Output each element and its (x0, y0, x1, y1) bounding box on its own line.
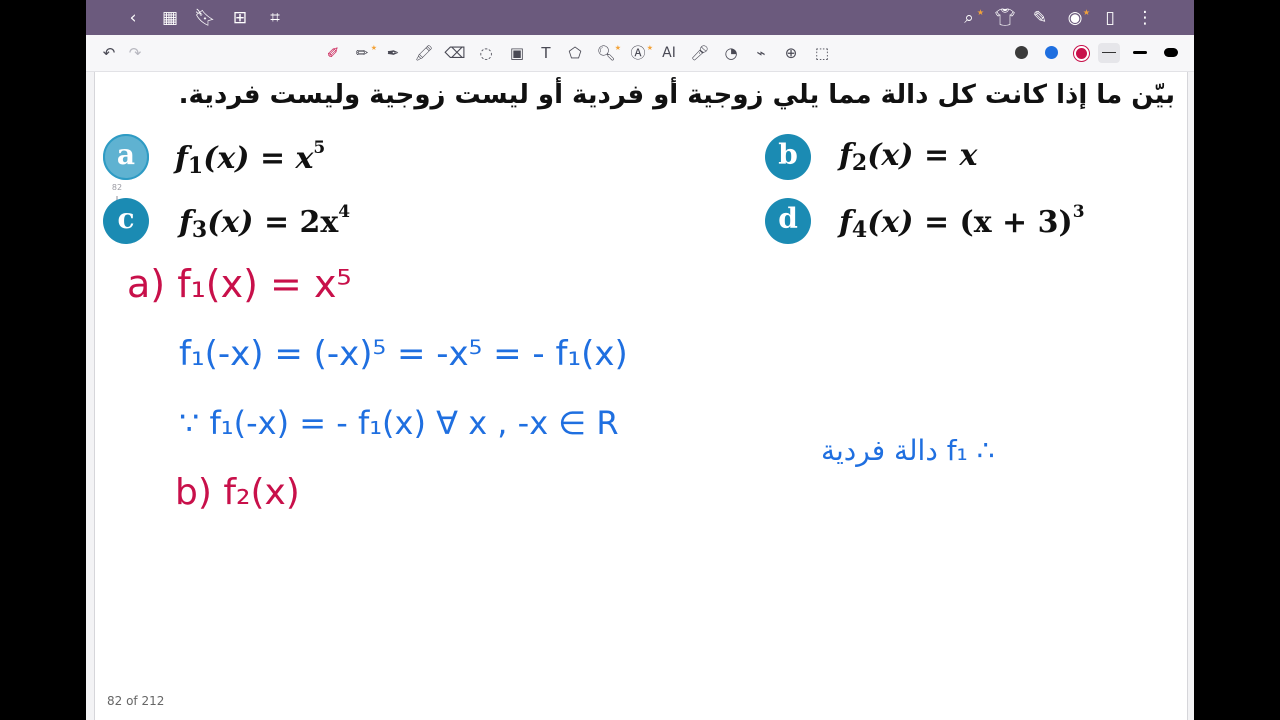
question-text: بيّن ما إذا كانت كل دالة مما يلي زوجية أ… (178, 80, 1175, 110)
badge-d: d (765, 198, 811, 244)
ai-button[interactable]: AI (658, 42, 680, 64)
page-number-indicator: 82 (111, 183, 123, 192)
pencil-tool-icon[interactable]: ✏ (351, 37, 377, 64)
pen-icon[interactable]: ✎ (1029, 7, 1051, 29)
pen-tool-icon[interactable]: ✐ (322, 42, 344, 64)
shirt-icon[interactable]: 👕︎ (994, 7, 1016, 29)
image-icon[interactable]: ▣ (506, 42, 528, 64)
notes-app: ‹ ▦ 🔖︎ ⊞ ⌗ ⌕ 👕︎ ✎ ◉ ▯ ⋮ ↶ ↷ ✐ ✏ ✒ 🖍︎ ⌫ ◌… (86, 0, 1194, 720)
shapes-icon[interactable]: ⬠ (564, 42, 586, 64)
selection-icon[interactable]: ⬚ (811, 42, 833, 64)
text-box-icon[interactable]: T (535, 42, 557, 64)
eye-icon[interactable]: ◉ (1064, 2, 1090, 29)
text-recognition-icon[interactable]: Ⓐ (627, 37, 653, 64)
color-blue[interactable] (1045, 46, 1058, 59)
handwriting-line-a: a) f₁(x) = x⁵ (127, 262, 352, 306)
bookmark-icon[interactable]: 🔖︎ (194, 7, 216, 29)
document-icon[interactable]: ▯ (1099, 7, 1121, 29)
badge-a: a (103, 134, 149, 180)
undo-icon[interactable]: ↶ (98, 42, 120, 64)
document-page[interactable]: ︿ 82 ﹀ بيّن ما إذا كانت كل دالة مما يلي … (94, 72, 1188, 720)
eraser-icon[interactable]: ⌫ (444, 42, 466, 64)
grid-icon[interactable]: ▦ (159, 7, 181, 29)
more-vertical-icon[interactable]: ⋮ (1134, 7, 1156, 29)
formula-b: f2(x) = x (839, 138, 978, 176)
lasso-icon[interactable]: ◌ (475, 42, 497, 64)
page-count: 82 of 212 (107, 694, 165, 708)
stroke-medium[interactable] (1133, 51, 1147, 54)
stroke-thin-selected[interactable] (1098, 43, 1120, 63)
add-page-icon[interactable]: ⊞ (229, 7, 251, 29)
search-icon[interactable]: ⌕ (958, 2, 984, 29)
translate-icon[interactable]: ⊕ (780, 42, 802, 64)
crop-icon[interactable]: ⌗ (264, 7, 286, 29)
formula-a: f1(x) = x5 (175, 138, 326, 179)
drawing-toolbar: ↶ ↷ ✐ ✏ ✒ 🖍︎ ⌫ ◌ ▣ T ⬠ 🔍︎ Ⓐ AI 🎤︎ ◔ ⌁ ⊕ … (86, 35, 1194, 72)
top-bar: ‹ ▦ 🔖︎ ⊞ ⌗ ⌕ 👕︎ ✎ ◉ ▯ ⋮ (86, 0, 1194, 35)
microphone-icon[interactable]: 🎤︎ (689, 42, 711, 64)
sticker-icon[interactable]: ◔ (720, 42, 742, 64)
formula-c: f3(x) = 2x4 (179, 202, 351, 243)
zoom-ocr-icon[interactable]: 🔍︎ (595, 37, 621, 64)
chevron-left-icon[interactable]: ‹ (122, 7, 144, 29)
handwriting-line-b: b) f₂(x) (175, 472, 300, 513)
laser-pointer-icon[interactable]: ⌁ (750, 42, 772, 64)
color-dark-gray[interactable] (1015, 46, 1028, 59)
color-red[interactable] (1074, 46, 1089, 61)
badge-b: b (765, 134, 811, 180)
handwriting-line-3: ∵ f₁(-x) = - f₁(x) ∀ x , -x ∈ R (179, 404, 619, 442)
handwriting-line-2: f₁(-x) = (-x)⁵ = -x⁵ = - f₁(x) (179, 334, 628, 374)
fountain-pen-icon[interactable]: ✒ (382, 42, 404, 64)
highlighter-icon[interactable]: 🖍︎ (413, 42, 435, 64)
redo-icon[interactable]: ↷ (124, 42, 146, 64)
stroke-thick[interactable] (1164, 48, 1178, 57)
badge-c: c (103, 198, 149, 244)
handwriting-arabic-note: ∴ f₁ دالة فردية (821, 434, 995, 467)
formula-d: f4(x) = (x + 3)3 (839, 202, 1085, 243)
